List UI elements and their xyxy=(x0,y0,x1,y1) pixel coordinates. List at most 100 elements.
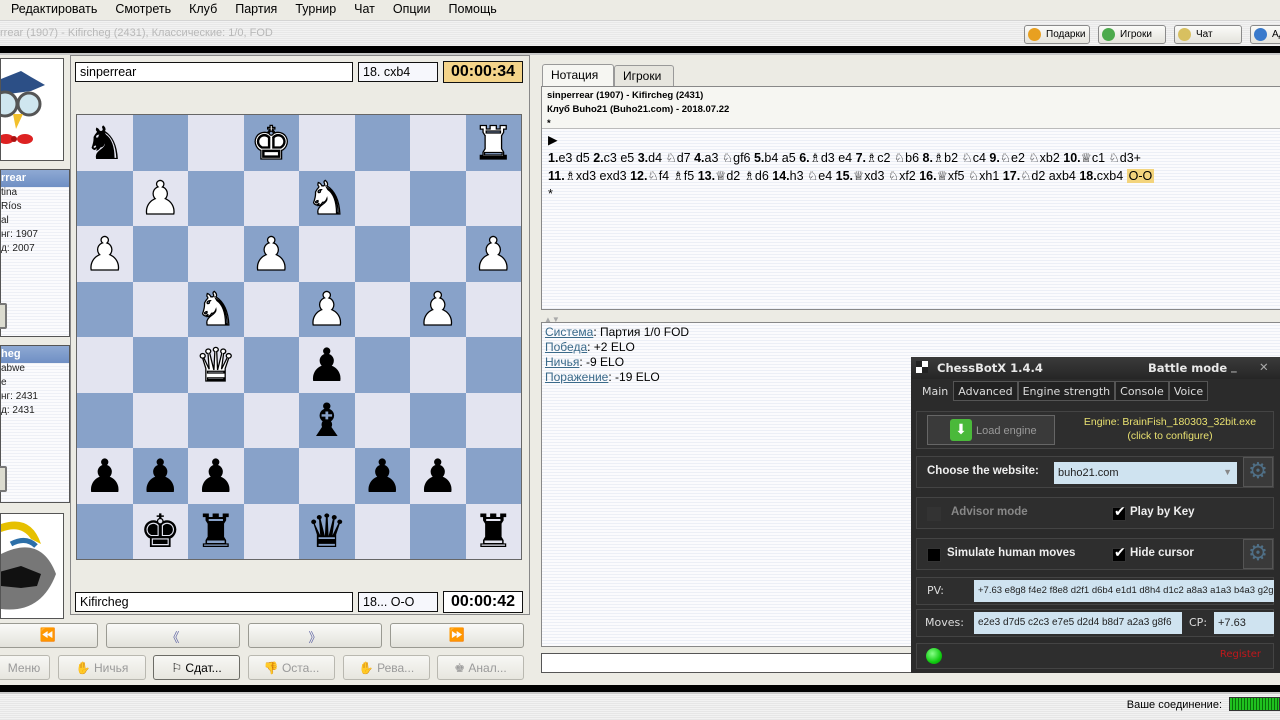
board-square[interactable]: ♟ xyxy=(410,448,466,504)
board-square[interactable] xyxy=(465,448,521,504)
draw-button[interactable]: ✋ Ничья xyxy=(58,655,146,680)
white-pawn-icon[interactable]: ♟ xyxy=(416,286,459,333)
advisor-mode-checkbox[interactable] xyxy=(927,507,941,521)
play-by-key-checkbox[interactable] xyxy=(1112,504,1126,521)
info-link[interactable]: Победа xyxy=(545,340,587,354)
board-square[interactable]: ♟ xyxy=(410,281,466,337)
board-square[interactable]: ♟ xyxy=(188,448,244,504)
chessbot-tab[interactable]: Voice xyxy=(1168,381,1209,401)
board-square[interactable] xyxy=(410,392,466,448)
play-icon[interactable]: ▶ xyxy=(548,131,1280,149)
board-square[interactable] xyxy=(243,448,299,504)
white-knight-icon[interactable]: ♞ xyxy=(305,175,348,222)
black-rook-icon[interactable]: ♜ xyxy=(473,508,514,554)
board-square[interactable]: ♟ xyxy=(243,226,299,282)
website-select[interactable]: buho21.com ▼ xyxy=(1054,462,1237,484)
move-line[interactable]: 11.♗xd3 exd3 12.♘f4 ♗f5 13.♕d2 ♗d6 14.h3… xyxy=(548,167,1280,185)
players-button[interactable]: Игроки xyxy=(1098,25,1166,44)
board-square[interactable] xyxy=(410,226,466,282)
black-bishop-icon[interactable]: ♝ xyxy=(306,397,347,443)
board-square[interactable] xyxy=(354,503,410,559)
board-square[interactable]: ♝ xyxy=(299,392,355,448)
gear-icon[interactable]: ⚙ xyxy=(1243,457,1273,487)
current-move[interactable]: O-O xyxy=(1126,169,1155,183)
board-square[interactable] xyxy=(132,337,188,393)
board-square[interactable] xyxy=(465,281,521,337)
chessbot-title-bar[interactable]: ChessBotX 1.4.4 Battle mode _ ✕ xyxy=(911,357,1280,379)
cp-field[interactable]: +7.63 xyxy=(1214,612,1274,634)
menu-item[interactable]: Чат xyxy=(343,0,382,20)
board-square[interactable] xyxy=(132,392,188,448)
board-square[interactable] xyxy=(410,503,466,559)
board-square[interactable]: ♟ xyxy=(354,448,410,504)
black-knight-icon[interactable]: ♞ xyxy=(84,120,125,166)
chessbot-tab[interactable]: Main xyxy=(917,381,954,401)
board-square[interactable]: ♞ xyxy=(77,115,133,171)
prev-move-button[interactable]: 《 xyxy=(106,623,240,648)
board-square[interactable] xyxy=(354,392,410,448)
menu-item[interactable]: Редактировать xyxy=(0,0,104,20)
black-rook-icon[interactable]: ♜ xyxy=(195,508,236,554)
board-square[interactable] xyxy=(243,170,299,226)
chessbot-tab[interactable]: Engine strength xyxy=(1017,381,1116,401)
board-square[interactable]: ♟ xyxy=(132,448,188,504)
board-square[interactable]: ♟ xyxy=(77,226,133,282)
last-move-button[interactable]: ⏩ xyxy=(390,623,524,648)
chat-button[interactable]: Чат xyxy=(1174,25,1242,44)
rematch-button[interactable]: ✋ Рева... xyxy=(343,655,430,680)
board-square[interactable] xyxy=(354,281,410,337)
info-link[interactable]: Поражение xyxy=(545,370,608,384)
white-queen-icon[interactable]: ♛ xyxy=(194,341,237,388)
board-square[interactable] xyxy=(77,337,133,393)
engine-config-link[interactable]: Engine: BrainFish_180303_32bit.exe (clic… xyxy=(1065,415,1275,443)
white-pawn-icon[interactable]: ♟ xyxy=(250,230,293,277)
black-pawn-icon[interactable]: ♟ xyxy=(306,342,347,388)
white-pawn-icon[interactable]: ♟ xyxy=(472,230,515,277)
board-square[interactable]: ♚ xyxy=(243,115,299,171)
board-square[interactable] xyxy=(243,392,299,448)
board-square[interactable] xyxy=(188,170,244,226)
abort-button[interactable]: 👎 Оста... xyxy=(248,655,335,680)
board-square[interactable]: ♟ xyxy=(77,448,133,504)
first-move-button[interactable]: ⏪ xyxy=(0,623,98,648)
move-line[interactable]: 1.e3 d5 2.c3 e5 3.d4 ♘d7 4.a3 ♘gf6 5.b4 … xyxy=(548,149,1280,167)
white-pawn-icon[interactable]: ♟ xyxy=(139,175,182,222)
white-knight-icon[interactable]: ♞ xyxy=(194,286,237,333)
register-link[interactable]: Register xyxy=(1220,649,1261,660)
board-square[interactable]: ♟ xyxy=(465,226,521,282)
board-square[interactable] xyxy=(299,226,355,282)
gifts-button[interactable]: Подарки xyxy=(1024,25,1090,44)
chat-input[interactable] xyxy=(541,653,916,673)
board-square[interactable]: ♜ xyxy=(465,115,521,171)
board-square[interactable] xyxy=(299,115,355,171)
tab-notation[interactable]: Нотация xyxy=(542,64,614,88)
board-square[interactable] xyxy=(243,503,299,559)
info-button[interactable] xyxy=(0,303,7,329)
board-square[interactable] xyxy=(188,226,244,282)
board-square[interactable] xyxy=(354,115,410,171)
board-square[interactable] xyxy=(77,503,133,559)
black-queen-icon[interactable]: ♛ xyxy=(306,508,347,554)
minimize-button[interactable]: _ xyxy=(1231,359,1237,373)
board-square[interactable]: ♟ xyxy=(132,170,188,226)
black-pawn-icon[interactable]: ♟ xyxy=(140,453,181,499)
close-button[interactable]: ✕ xyxy=(1259,360,1269,374)
menu-button[interactable]: Меню xyxy=(0,655,50,680)
chess-board[interactable]: ♞ ♚ ♜ ♟ ♞ ♟ ♟ ♟ ♞ ♟ ♟ ♛ ♟ ♝ ♟ ♟ ♟ ♟ ♟ ♚ ♜ ♛ ♜ xyxy=(76,114,522,560)
board-square[interactable]: ♞ xyxy=(299,170,355,226)
board-square[interactable] xyxy=(77,392,133,448)
board-square[interactable] xyxy=(243,337,299,393)
info-link[interactable]: Система xyxy=(545,325,593,339)
board-square[interactable] xyxy=(132,115,188,171)
board-square[interactable]: ♛ xyxy=(188,337,244,393)
moves-field[interactable]: e2e3 d7d5 c2c3 e7e5 d2d4 b8d7 a2a3 g8f6 xyxy=(974,612,1182,634)
white-pawn-icon[interactable]: ♟ xyxy=(83,230,126,277)
menu-item[interactable]: Турнир xyxy=(284,0,343,20)
menu-item[interactable]: Клуб xyxy=(178,0,224,20)
hide-cursor-checkbox[interactable] xyxy=(1112,545,1126,562)
splitter[interactable]: ▲▼ xyxy=(541,311,1280,324)
board-square[interactable] xyxy=(299,448,355,504)
black-pawn-icon[interactable]: ♟ xyxy=(195,453,236,499)
board-square[interactable]: ♚ xyxy=(132,503,188,559)
board-square[interactable]: ♜ xyxy=(465,503,521,559)
